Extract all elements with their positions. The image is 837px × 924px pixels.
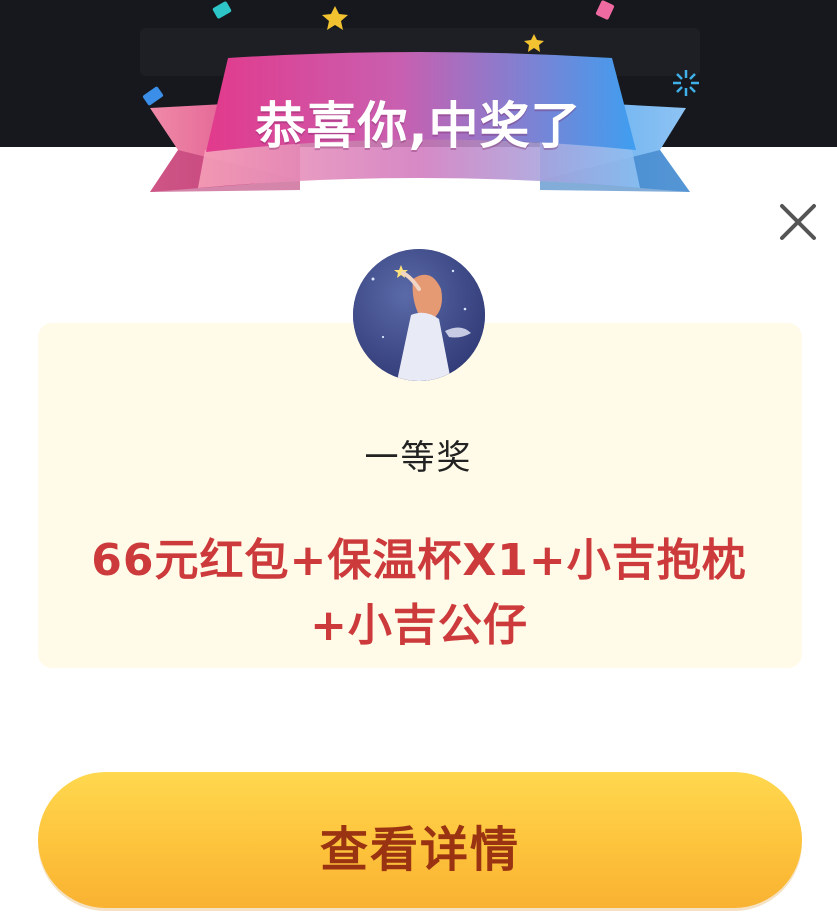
- prize-dialog: 恭喜你,中奖了 一等奖 66元红包+保温杯X1+小吉抱枕+小吉公仔 查看详情: [0, 0, 837, 924]
- close-icon: [780, 204, 816, 240]
- star-icon: [322, 6, 348, 30]
- prize-avatar: [353, 249, 485, 381]
- view-details-button[interactable]: 查看详情: [38, 772, 802, 908]
- confetti-piece: [595, 0, 615, 20]
- close-button[interactable]: [772, 196, 824, 248]
- congrats-title: 恭喜你,中奖了: [255, 97, 582, 155]
- avatar-illustration: [353, 249, 485, 381]
- confetti-piece: [212, 1, 232, 19]
- prize-level: 一等奖: [364, 438, 473, 478]
- view-details-label: 查看详情: [319, 822, 520, 878]
- prize-content: 66元红包+保温杯X1+小吉抱枕+小吉公仔: [91, 535, 747, 651]
